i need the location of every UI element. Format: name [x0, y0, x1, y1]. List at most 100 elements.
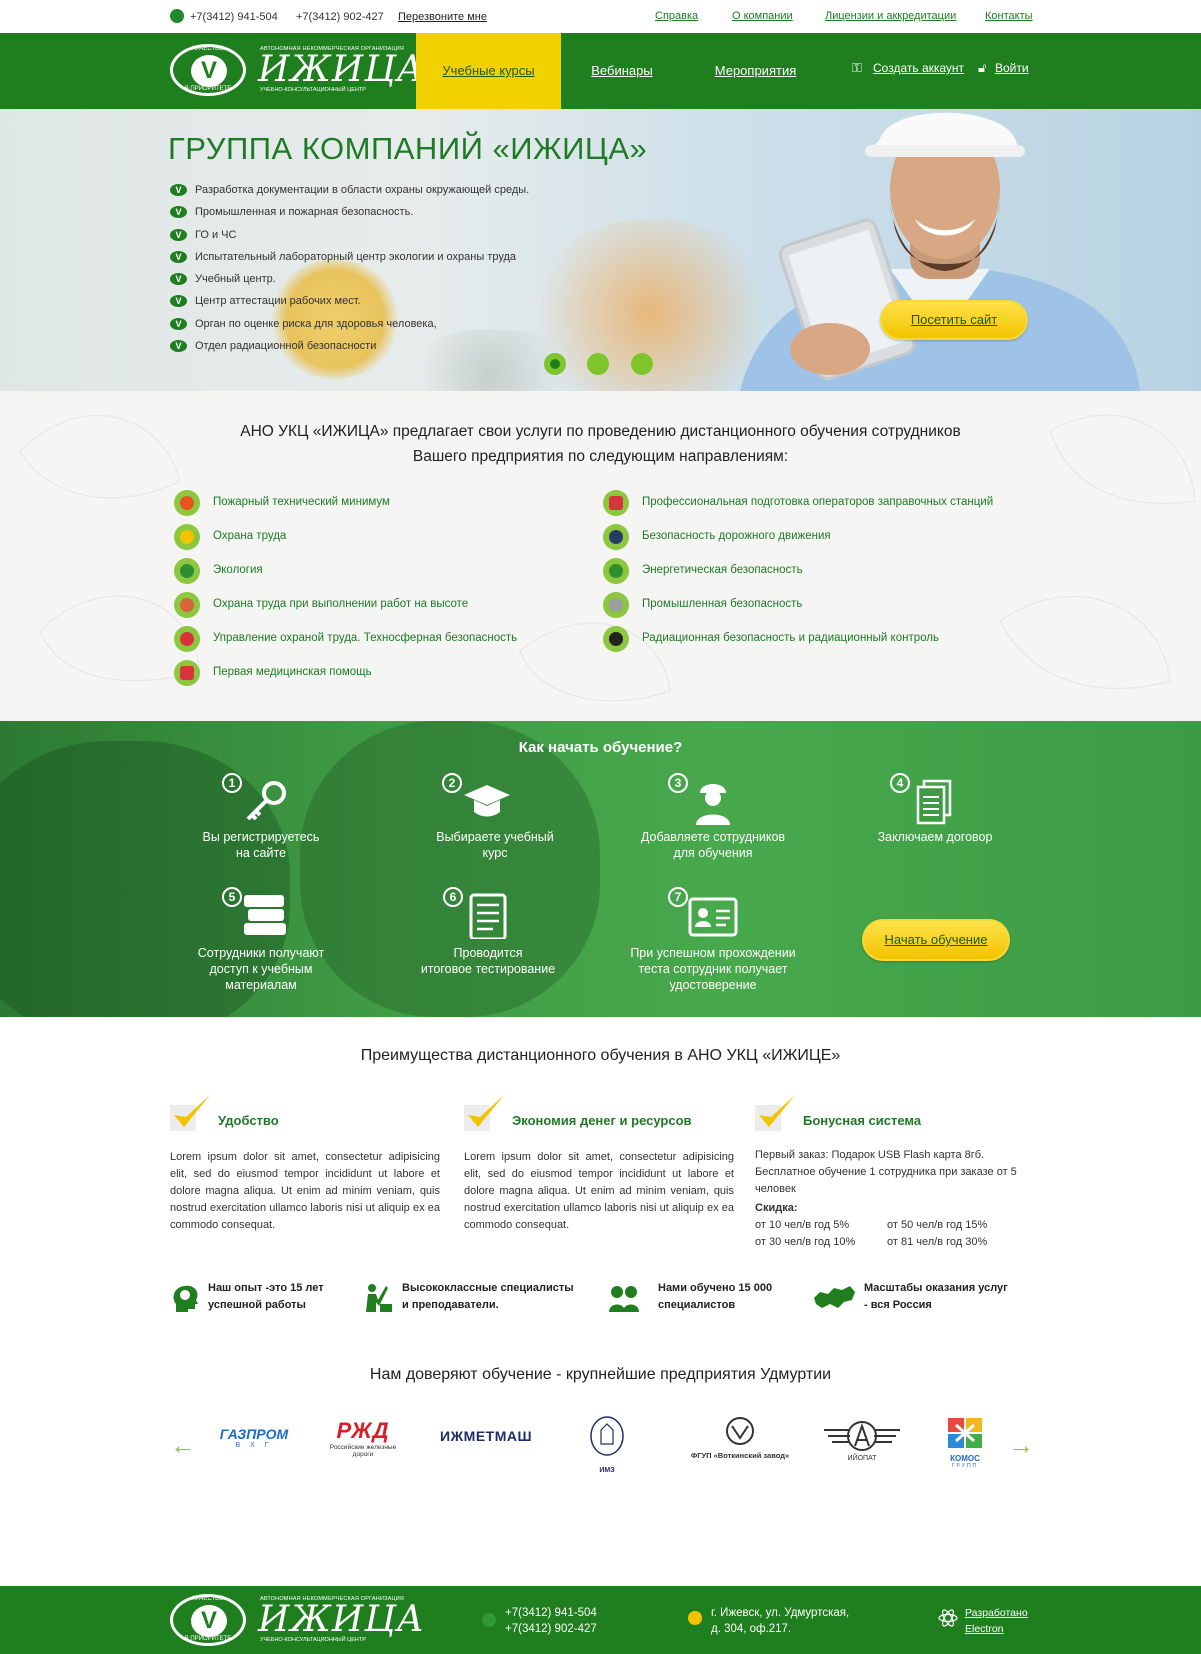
v-bullet-icon: V	[170, 206, 187, 219]
russia-map-icon	[814, 1286, 855, 1308]
footer-phone-1: +7(3412) 941-504	[505, 1607, 597, 1619]
top-phone-2: +7(3412) 902-427	[296, 11, 384, 23]
v-bullet-icon: V	[170, 250, 187, 263]
nav-item-webinars[interactable]: Вебинары	[561, 33, 683, 109]
books-icon	[244, 895, 286, 935]
partner-logo-iyopat[interactable]: ИЙОПАТ	[822, 1416, 902, 1466]
discount-item: от 50 чел/в год 15%	[887, 1219, 988, 1231]
discount-label: Скидка:	[755, 1202, 798, 1214]
step-number: 1	[222, 773, 242, 793]
advantage-heading: Удобство	[218, 1113, 279, 1128]
key-icon: ⚿	[852, 60, 862, 75]
hero-title: ГРУППА КОМПАНИЙ «ИЖИЦА»	[168, 131, 648, 166]
services-intro-line-2: Вашего предприятия по следующим направле…	[412, 448, 789, 465]
step-7: 7 При успешном прохождении теста сотрудни…	[618, 887, 808, 992]
discount-item: от 10 чел/в год 5%	[755, 1219, 850, 1231]
advantage-convenience: Удобство Lorem ipsum dolor sit amet, con…	[170, 1093, 440, 1243]
step-text: Проводится итоговое тестирование	[420, 946, 556, 976]
road-icon	[603, 524, 629, 550]
step-number: 4	[890, 773, 910, 793]
top-link-help[interactable]: Справка	[655, 10, 698, 22]
seal-letter: V	[191, 1605, 227, 1637]
advantage-heading: Бонусная система	[803, 1113, 922, 1128]
developer-link[interactable]: Разработано Electron	[965, 1605, 1028, 1637]
advantage-text: Lorem ipsum dolor sit amet, consectetur …	[170, 1151, 440, 1231]
hero-list-item: V Центр аттестации рабочих мест.	[170, 290, 529, 312]
footer: КАЧЕСТВО V В ПРИОРИТЕТЕ АВТОНОМНАЯ НЕКОМ…	[0, 1586, 1201, 1654]
hero-list-item: V Разработка документации в области охран…	[170, 179, 529, 201]
step-text: Вы регистрируетесь на сайте	[202, 830, 320, 860]
step-6: 6 Проводится итоговое тестирование	[393, 887, 583, 987]
footer-logo[interactable]: КАЧЕСТВО V В ПРИОРИТЕТЕ АВТОНОМНАЯ НЕКОМ…	[170, 1594, 424, 1646]
hero-list-item: V Промышленная и пожарная безопасность.	[170, 201, 529, 223]
v-bullet-icon: V	[170, 228, 187, 241]
arrow-right-icon[interactable]: →	[1008, 1430, 1034, 1461]
logo-name: ИЖИЦА	[258, 49, 425, 90]
footer-address-line-1: г. Ижевск, ул. Удмуртская,	[711, 1607, 850, 1619]
slider-dot-2[interactable]	[587, 353, 609, 375]
footer-phone-2: +7(3412) 902-427	[505, 1623, 597, 1635]
leaf-icon	[174, 558, 200, 584]
fact-specialists: Высококлассные специалисты и преподавател…	[362, 1280, 587, 1320]
quality-seal-icon: КАЧЕСТВО V В ПРИОРИТЕТЕ	[170, 1594, 246, 1646]
hero-list-item: V Испытательный лабораторный центр эколог…	[170, 246, 529, 268]
lock-icon: 🔓︎	[978, 60, 987, 75]
step-number: 3	[668, 773, 688, 793]
partner-logo-izhmetmash[interactable]: ИЖМЕТМАШ	[426, 1416, 546, 1466]
step-3: 3 Добавляете сотрудников для обучения	[618, 773, 808, 863]
partner-logo-gazprom[interactable]: ГАЗПРОМ В Х Г	[214, 1416, 294, 1466]
main-navigation: КАЧЕСТВО V В ПРИОРИТЕТЕ АВТОНОМНАЯ НЕКОМ…	[0, 33, 1201, 109]
bonus-line-1: Первый заказ: Подарок USB Flash карта 8г…	[755, 1149, 985, 1161]
footer-address: г. Ижевск, ул. Удмуртская, д. 304, оф.21…	[711, 1605, 849, 1637]
arrow-left-icon[interactable]: ←	[170, 1430, 196, 1461]
hero-list-item: V Орган по оценке риска для здоровья чело…	[170, 313, 529, 335]
start-learning-button[interactable]: Начать обучение	[862, 919, 1010, 961]
partners-title: Нам доверяют обучение - крупнейшие предп…	[369, 1366, 832, 1383]
callback-link[interactable]: Перезвоните мне	[398, 11, 487, 23]
partner-logo-votkinsk[interactable]: ФГУП «Воткинский завод»	[680, 1416, 800, 1466]
partner-logo-rzd[interactable]: РЖД Российские железные дороги	[323, 1416, 403, 1466]
worker-icon	[696, 784, 730, 825]
v-bullet-icon: V	[170, 184, 187, 196]
services-section: АНО УКЦ «ИЖИЦА» предлагает свои услуги п…	[0, 391, 1201, 721]
discount-table: от 10 чел/в год 5% от 50 чел/в год 15% о…	[755, 1217, 1025, 1251]
advantage-heading: Экономия денег и ресурсов	[512, 1113, 692, 1128]
winged-a-icon	[824, 1421, 900, 1451]
fact-geography: Масштабы оказания услуг - вся Россия	[812, 1280, 1022, 1320]
top-link-about[interactable]: О компании	[732, 10, 793, 22]
create-account-link[interactable]: Создать аккаунт	[873, 61, 964, 75]
partner-logo-komos[interactable]: КОМОС ГРУПП	[940, 1416, 990, 1469]
checkmark-icon	[170, 1095, 210, 1131]
fact-text: Нами обучено 15 000 специалистов	[658, 1282, 773, 1311]
visit-site-button[interactable]: Посетить сайт	[880, 300, 1028, 340]
advantage-bonus: Бонусная система	[755, 1093, 1025, 1143]
head-icon	[173, 1285, 198, 1312]
hero-list-item: V Отдел радиационной безопасности	[170, 335, 529, 357]
how-to-start-section: Как начать обучение? 1 Вы регистрируетес…	[0, 721, 1201, 1017]
teacher-icon	[366, 1284, 392, 1312]
site-logo[interactable]: КАЧЕСТВО V В ПРИОРИТЕТЕ АВТОНОМНАЯ НЕКОМ…	[170, 44, 424, 96]
v-bullet-icon: V	[170, 273, 187, 286]
fact-text: Наш опыт -это 15 лет успешной работы	[208, 1282, 324, 1311]
top-link-licenses[interactable]: Лицензии и аккредитации	[825, 10, 956, 22]
nav-item-courses[interactable]: Учебные курсы	[416, 33, 561, 109]
emblem-icon	[590, 1416, 624, 1456]
top-link-contacts[interactable]: Контакты	[985, 10, 1033, 22]
id-card-icon	[688, 897, 738, 937]
hero-list-item: V Учебный центр.	[170, 268, 529, 290]
top-phone-1: +7(3412) 941-504	[190, 11, 278, 23]
fact-text: Высококлассные специалисты и преподавател…	[402, 1282, 574, 1311]
logo-name: ИЖИЦА	[258, 1599, 425, 1640]
logo-subtitle-bottom: УЧЕБНО-КОНСУЛЬТАЦИОННЫЙ ЦЕНТР	[260, 87, 366, 93]
step-text: Сотрудники получают доступ к учебным матер…	[197, 946, 325, 992]
nav-item-events[interactable]: Мероприятия	[683, 33, 828, 109]
slider-dot-1[interactable]	[544, 353, 566, 375]
slider-dot-3[interactable]	[631, 353, 653, 375]
carabiner-icon	[174, 592, 200, 618]
login-link[interactable]: Войти	[995, 61, 1029, 75]
partner-logo-imz[interactable]: ИМЗ	[582, 1416, 632, 1474]
seal-top-text: КАЧЕСТВО	[192, 1596, 224, 1602]
v-bullet-icon: V	[170, 317, 187, 330]
step-number: 6	[443, 887, 463, 907]
v-bullet-icon: V	[170, 295, 187, 308]
